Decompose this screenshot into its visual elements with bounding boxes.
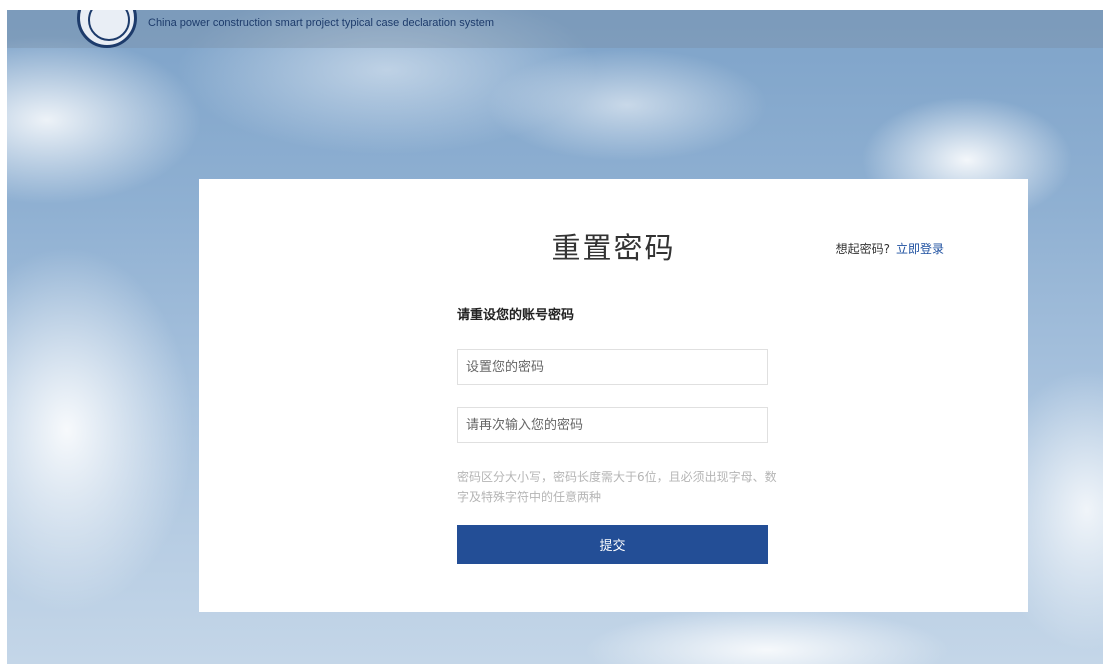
- top-bar: China power construction smart project t…: [7, 10, 1103, 48]
- system-name: China power construction smart project t…: [148, 17, 495, 29]
- reset-password-card: 重置密码 想起密码? 立即登录 请重设您的账号密码 密码区分大小写，密码长度需大于…: [199, 179, 1028, 612]
- remember-prompt: 想起密码?: [835, 242, 890, 256]
- form-subtitle: 请重设您的账号密码: [457, 308, 575, 323]
- login-hint: 想起密码? 立即登录: [836, 240, 944, 257]
- login-link[interactable]: 立即登录: [896, 242, 944, 256]
- confirm-password-input[interactable]: [457, 407, 768, 443]
- new-password-input[interactable]: [457, 349, 768, 385]
- logo-icon: [77, 10, 137, 48]
- submit-button[interactable]: 提交: [457, 525, 768, 564]
- password-rule-hint: 密码区分大小写，密码长度需大于6位，且必须出现字母、数字及特殊字符中的任意两种: [457, 470, 777, 504]
- sky-background: China power construction smart project t…: [7, 10, 1103, 664]
